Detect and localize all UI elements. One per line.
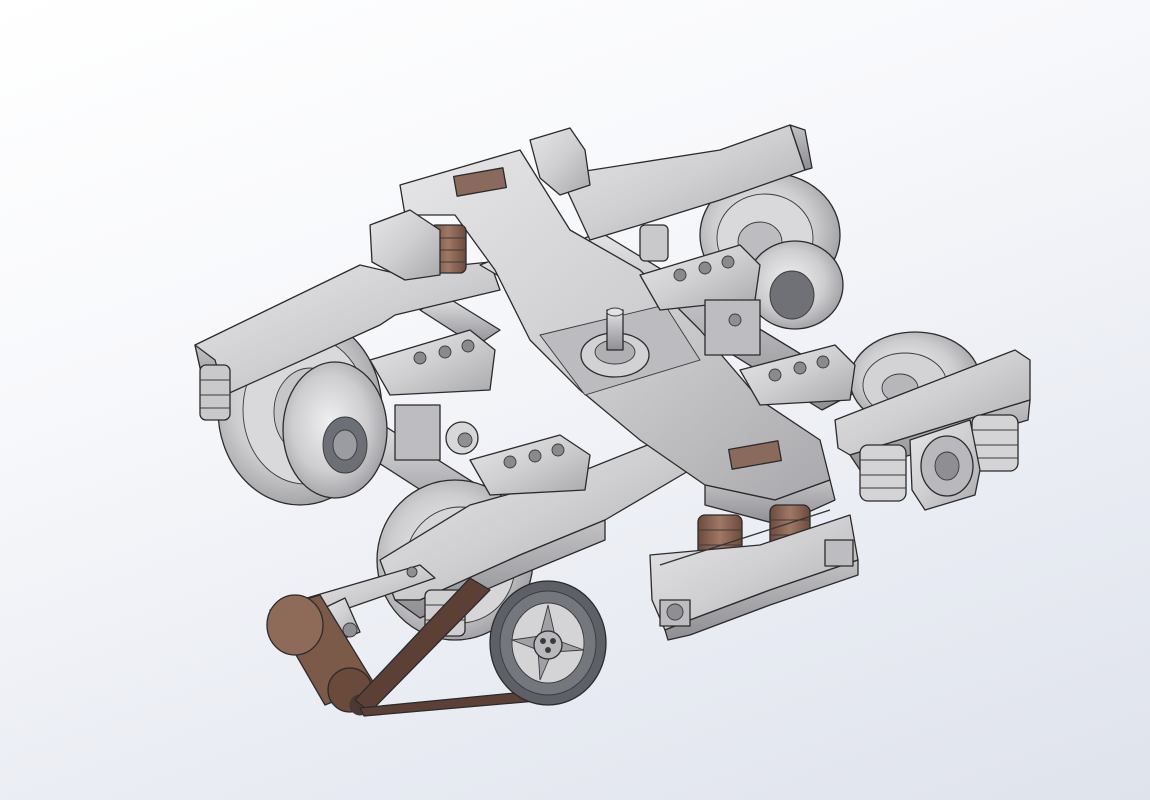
- spring-left-stack[interactable]: [199, 364, 231, 421]
- spring-right-1[interactable]: [859, 444, 907, 502]
- bracket-left[interactable]: [369, 329, 496, 396]
- bogie-3d-model[interactable]: [0, 0, 1150, 800]
- brake-unit-right[interactable]: [704, 299, 761, 356]
- bracket-center[interactable]: [469, 434, 591, 496]
- drive-pulley[interactable]: [489, 580, 607, 706]
- spring-top-right[interactable]: [639, 224, 669, 262]
- brake-unit-left[interactable]: [394, 404, 479, 461]
- gearbox[interactable]: [649, 514, 859, 641]
- cad-viewport[interactable]: [0, 0, 1150, 800]
